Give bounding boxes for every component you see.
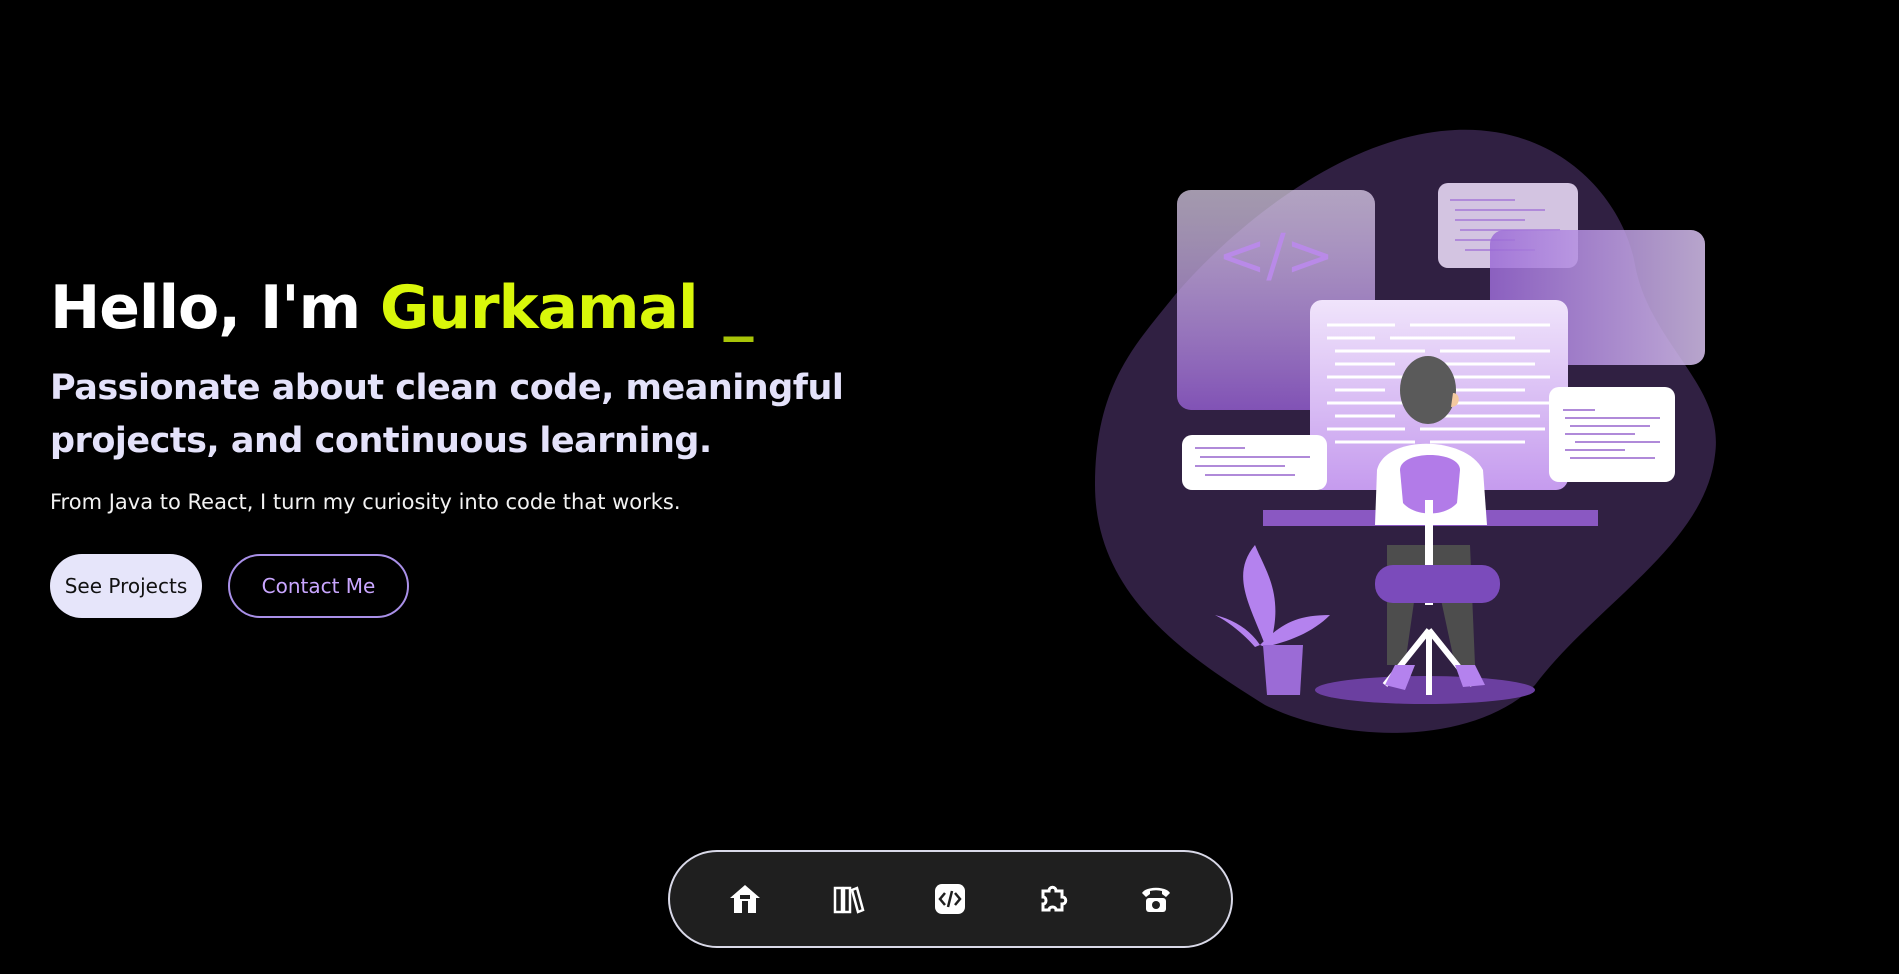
portfolio-page: Hello, I'm Gurkamal _ Passionate about c…: [0, 0, 1899, 974]
puzzle-icon: [1041, 885, 1068, 912]
code-icon: [935, 884, 966, 914]
hero-section: Hello, I'm Gurkamal _ Passionate about c…: [50, 270, 950, 618]
hero-name: Gurkamal: [380, 273, 699, 343]
developer-illustration-svg: </>: [1095, 129, 1716, 733]
see-projects-button[interactable]: See Projects: [50, 554, 202, 618]
plant-pot: [1263, 645, 1303, 695]
developer-illustration: </>: [1095, 125, 1735, 745]
projects-nav-button[interactable]: [820, 871, 876, 927]
bottom-dock-nav: [668, 850, 1233, 948]
hero-subline: From Java to React, I turn my curiosity …: [50, 490, 681, 514]
greeting-prefix: Hello, I'm: [50, 273, 361, 343]
code-nav-button[interactable]: [922, 871, 978, 927]
code-symbol-text: </>: [1218, 221, 1335, 289]
hero-buttons: See Projects Contact Me: [50, 554, 950, 618]
skills-nav-button[interactable]: [1025, 871, 1081, 927]
chair-seat: [1375, 565, 1500, 603]
typing-cursor: _: [723, 273, 753, 343]
floor-shadow: [1315, 676, 1535, 704]
hero-tagline: Passionate about clean code, meaningful …: [50, 368, 844, 461]
person-head: [1400, 356, 1456, 424]
hero-heading: Hello, I'm Gurkamal _: [50, 270, 950, 346]
home-icon: [730, 885, 761, 913]
books-icon: [833, 886, 865, 914]
telephone-icon: [1141, 887, 1170, 912]
panel-left-card: [1182, 435, 1327, 490]
home-nav-button[interactable]: [717, 871, 773, 927]
contact-nav-button[interactable]: [1128, 871, 1184, 927]
contact-me-button[interactable]: Contact Me: [228, 554, 409, 618]
